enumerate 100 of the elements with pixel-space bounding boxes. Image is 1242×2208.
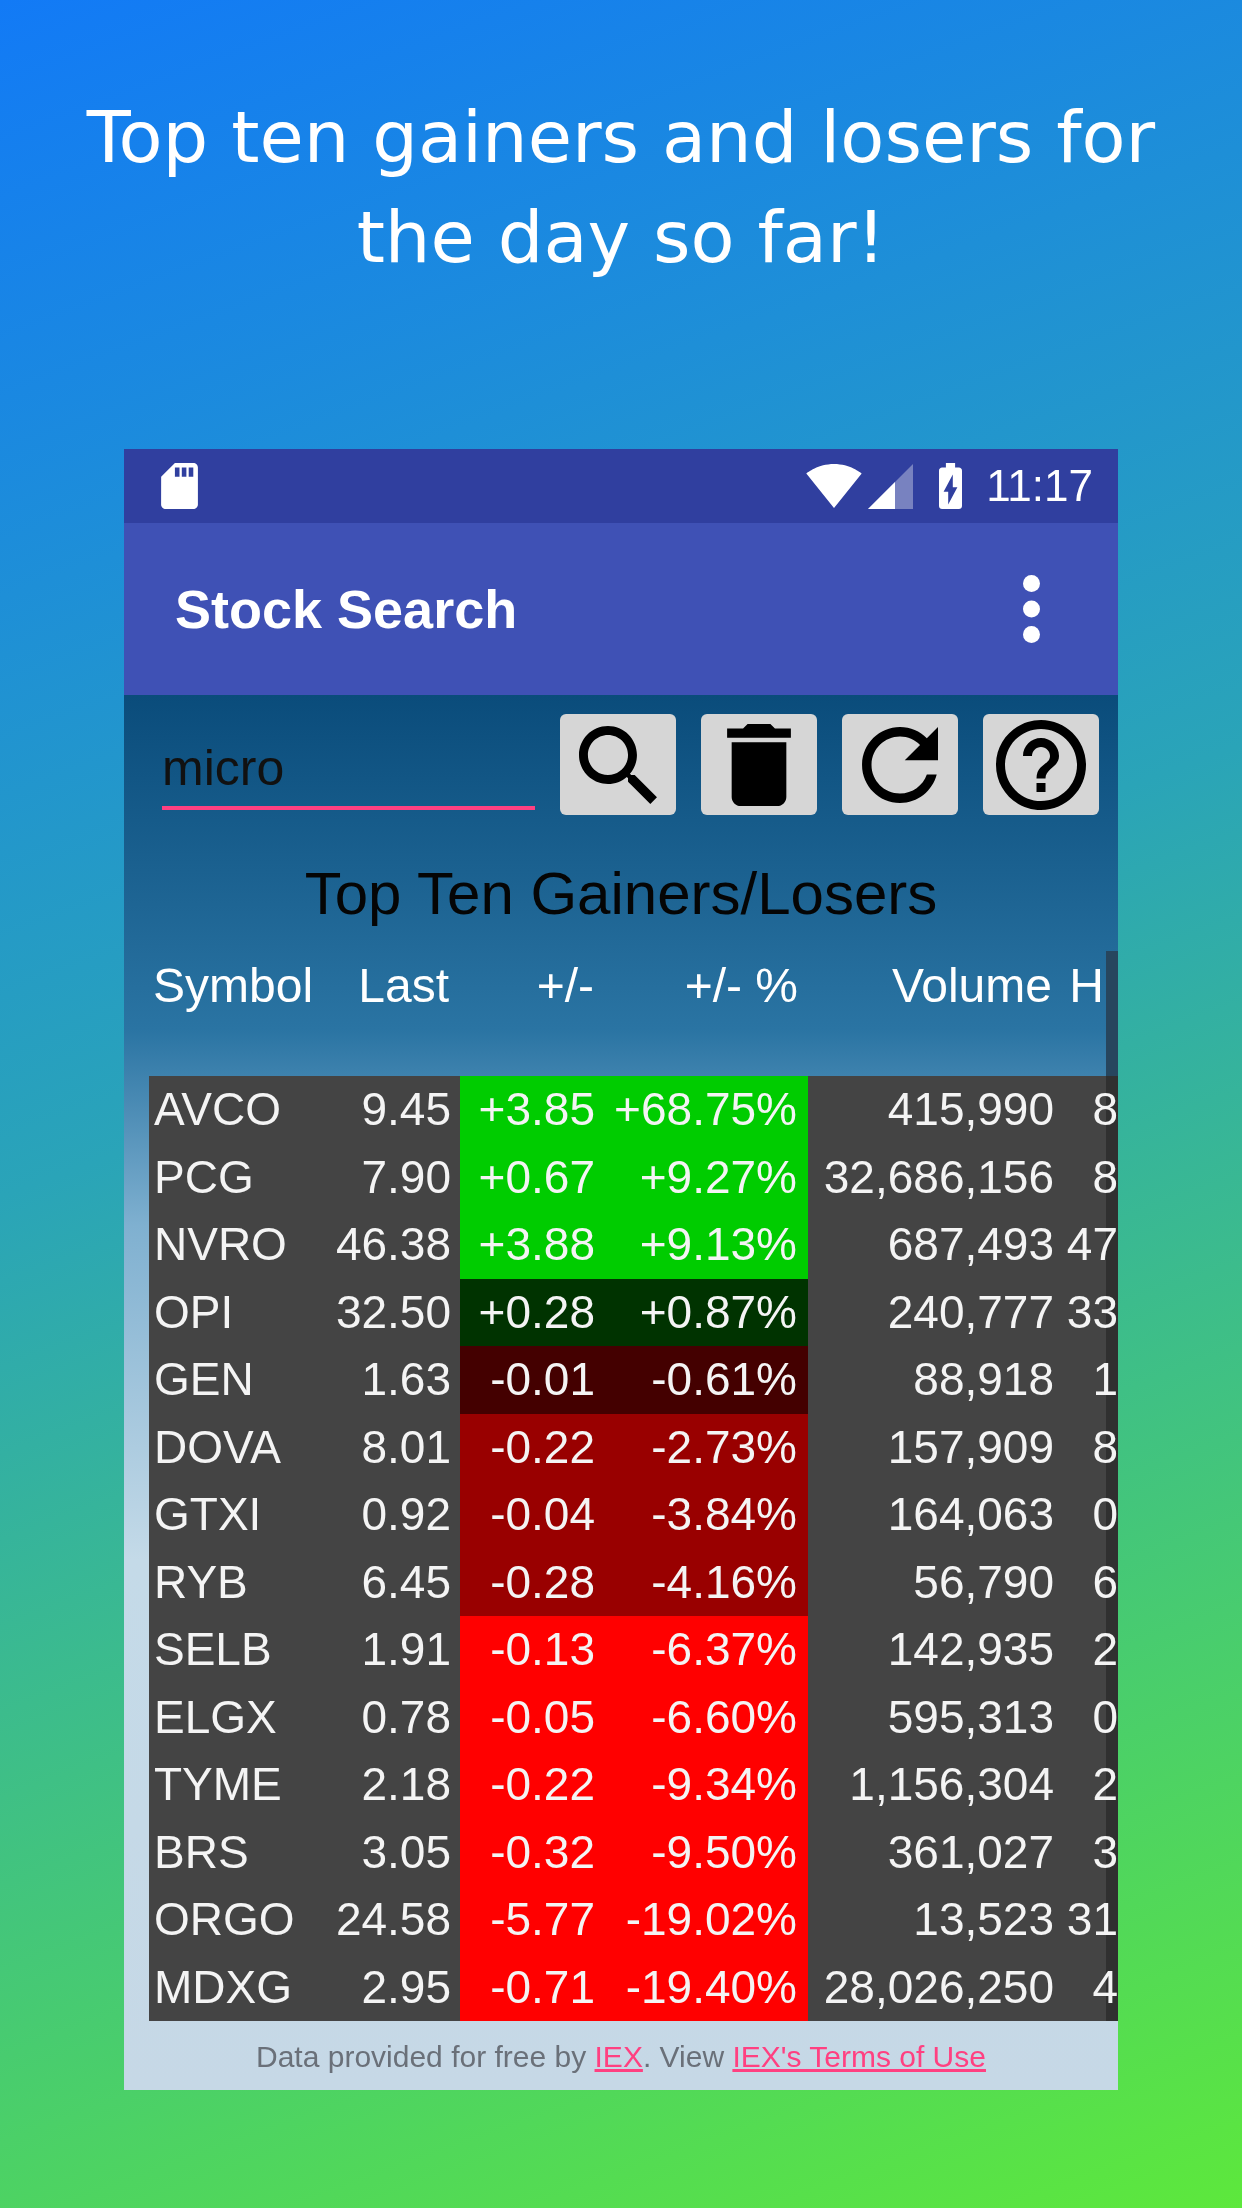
volume-cell: 157,909 — [808, 1413, 1062, 1481]
column-header: +/- — [535, 958, 595, 1014]
change-cell: +0.67 — [460, 1143, 604, 1211]
column-header: Last — [357, 958, 450, 1014]
table-cell: 6 — [1062, 1548, 1118, 1616]
symbol-cell: ORGO — [149, 1886, 315, 1954]
volume-cell: 13,523 — [808, 1886, 1062, 1954]
last-price-cell: 0.78 — [315, 1683, 460, 1751]
last-price-cell: 1.63 — [315, 1346, 460, 1414]
text-link[interactable]: IEX's Terms of Use — [732, 2040, 986, 2073]
last-price-cell: 2.95 — [315, 1953, 460, 2021]
change-percent-cell: -3.84% — [604, 1481, 808, 1549]
change-cell: +3.88 — [460, 1211, 604, 1279]
volume-cell: 88,918 — [808, 1346, 1062, 1414]
cell-signal-icon — [868, 463, 914, 509]
overflow-menu-icon[interactable] — [1023, 575, 1040, 643]
refresh-icon — [862, 726, 938, 803]
column-header: H — [1068, 958, 1105, 1014]
symbol-cell: ELGX — [149, 1683, 315, 1751]
volume-cell: 415,990 — [808, 1076, 1062, 1144]
change-cell: -0.22 — [460, 1413, 604, 1481]
volume-cell: 164,063 — [808, 1481, 1062, 1549]
change-percent-cell: -0.61% — [604, 1346, 808, 1414]
change-percent-cell: -19.02% — [604, 1886, 808, 1954]
symbol-cell: NVRO — [149, 1211, 315, 1279]
change-percent-cell: -6.60% — [604, 1683, 808, 1751]
app-title: Stock Search — [175, 578, 518, 641]
change-cell: -0.05 — [460, 1683, 604, 1751]
change-percent-cell: -9.50% — [604, 1818, 808, 1886]
symbol-cell: SELB — [149, 1616, 315, 1684]
help-button[interactable] — [983, 714, 1099, 815]
column-header: Volume — [890, 958, 1053, 1014]
change-cell: -0.22 — [460, 1751, 604, 1819]
change-cell: +3.85 — [460, 1076, 604, 1144]
change-percent-cell: -9.34% — [604, 1751, 808, 1819]
column-header: +/- % — [683, 958, 799, 1014]
last-price-cell: 32.50 — [315, 1278, 460, 1346]
refresh-button[interactable] — [842, 714, 958, 815]
volume-cell: 28,026,250 — [808, 1953, 1062, 2021]
battery-charging-icon — [939, 463, 963, 509]
text-link[interactable]: IEX — [594, 2040, 643, 2073]
symbol-cell: GTXI — [149, 1481, 315, 1549]
headline: Top ten gainers and losers for the day so far! — [85, 94, 1157, 281]
change-percent-cell: +9.13% — [604, 1211, 808, 1279]
symbol-cell: OPI — [149, 1278, 315, 1346]
last-price-cell: 24.58 — [315, 1886, 460, 1954]
change-cell: +0.28 — [460, 1278, 604, 1346]
change-cell: -0.04 — [460, 1481, 604, 1549]
volume-cell: 595,313 — [808, 1683, 1062, 1751]
symbol-cell: DOVA — [149, 1413, 315, 1481]
change-percent-cell: -19.40% — [604, 1953, 808, 2021]
volume-cell: 56,790 — [808, 1548, 1062, 1616]
table-cell: 1 — [1062, 1346, 1118, 1414]
search-button[interactable] — [560, 714, 676, 815]
change-cell: -0.71 — [460, 1953, 604, 2021]
last-price-cell: 6.45 — [315, 1548, 460, 1616]
change-cell: -0.28 — [460, 1548, 604, 1616]
table-cell: 0 — [1062, 1481, 1118, 1549]
table-title: Top Ten Gainers/Losers — [303, 859, 939, 929]
last-price-cell: 3.05 — [315, 1818, 460, 1886]
table-cell: 8 — [1062, 1413, 1118, 1481]
volume-cell: 32,686,156 — [808, 1143, 1062, 1211]
table-cell: 8 — [1062, 1076, 1118, 1144]
table-cell: 8 — [1062, 1143, 1118, 1211]
volume-cell: 687,493 — [808, 1211, 1062, 1279]
search-icon — [579, 725, 657, 804]
search-field[interactable]: micro — [162, 730, 535, 810]
last-price-cell: 0.92 — [315, 1481, 460, 1549]
change-percent-cell: -6.37% — [604, 1616, 808, 1684]
volume-cell: 142,935 — [808, 1616, 1062, 1684]
change-percent-cell: -4.16% — [604, 1548, 808, 1616]
change-percent-cell: -2.73% — [604, 1413, 808, 1481]
last-price-cell: 9.45 — [315, 1076, 460, 1144]
volume-cell: 240,777 — [808, 1278, 1062, 1346]
change-percent-cell: +68.75% — [604, 1076, 808, 1144]
table-cell: 31 — [1062, 1886, 1118, 1954]
delete-button[interactable] — [701, 714, 817, 815]
volume-cell: 361,027 — [808, 1818, 1062, 1886]
symbol-cell: AVCO — [149, 1076, 315, 1144]
clock-time: 11:17 — [986, 461, 1093, 511]
last-price-cell: 7.90 — [315, 1143, 460, 1211]
symbol-cell: BRS — [149, 1818, 315, 1886]
change-percent-cell: +9.27% — [604, 1143, 808, 1211]
symbol-cell: MDXG — [149, 1953, 315, 2021]
symbol-cell: RYB — [149, 1548, 315, 1616]
change-percent-cell: +0.87% — [604, 1278, 808, 1346]
symbol-cell: PCG — [149, 1143, 315, 1211]
change-cell: -0.13 — [460, 1616, 604, 1684]
last-price-cell: 46.38 — [315, 1211, 460, 1279]
table-cell: 2 — [1062, 1616, 1118, 1684]
table-cell: 0 — [1062, 1683, 1118, 1751]
table-cell: 33 — [1062, 1278, 1118, 1346]
symbol-cell: TYME — [149, 1751, 315, 1819]
table-cell: 3 — [1062, 1818, 1118, 1886]
column-header: Symbol — [152, 958, 315, 1014]
change-cell: -0.01 — [460, 1346, 604, 1414]
table-cell: 47 — [1062, 1211, 1118, 1279]
symbol-cell: GEN — [149, 1346, 315, 1414]
wifi-icon — [806, 464, 863, 508]
last-price-cell: 2.18 — [315, 1751, 460, 1819]
